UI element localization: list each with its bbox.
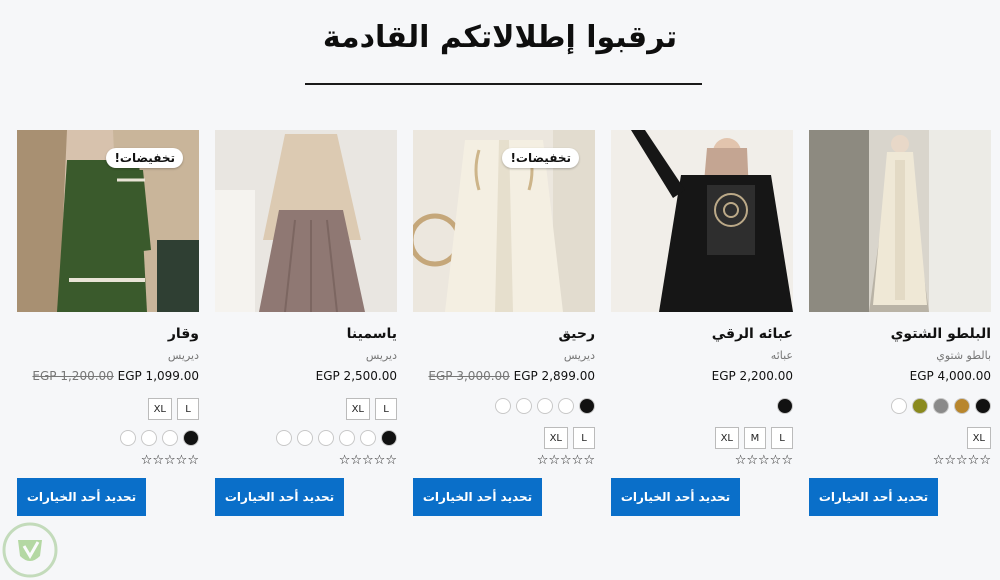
- color-swatch[interactable]: [495, 398, 511, 414]
- current-price: EGP 2,500.00: [315, 369, 397, 383]
- product-price: EGP 2,200.00: [611, 369, 793, 383]
- color-swatch[interactable]: [297, 430, 313, 446]
- section-title: ترقبوا إطلالاتكم القادمة: [322, 20, 678, 55]
- product-name[interactable]: البلطو الشتوي: [809, 326, 991, 342]
- color-swatch[interactable]: [975, 398, 991, 414]
- color-swatch[interactable]: [120, 430, 136, 446]
- size-option[interactable]: L: [573, 427, 595, 449]
- color-swatch[interactable]: [162, 430, 178, 446]
- select-options-button[interactable]: تحديد أحد الخيارات: [413, 478, 542, 516]
- product-category[interactable]: عبائه: [611, 349, 793, 362]
- color-swatch[interactable]: [360, 430, 376, 446]
- color-swatch[interactable]: [558, 398, 574, 414]
- size-options: L M XL: [714, 427, 793, 449]
- select-options-button[interactable]: تحديد أحد الخيارات: [611, 478, 740, 516]
- current-price: EGP 2,899.00: [513, 369, 595, 383]
- size-options: L XL: [345, 398, 397, 420]
- product-name[interactable]: ياسمينا: [215, 326, 397, 342]
- product-card[interactable]: تخفيضات! رحيق ديريس EGP 3,000.00 EGP 2,8…: [413, 130, 595, 530]
- product-card[interactable]: البلطو الشتوي بالطو شتوي EGP 4,000.00 XL…: [809, 130, 991, 530]
- color-swatch[interactable]: [537, 398, 553, 414]
- color-swatch[interactable]: [318, 430, 334, 446]
- product-price: EGP 1,200.00 EGP 1,099.00: [17, 369, 199, 383]
- size-option[interactable]: XL: [147, 398, 172, 420]
- product-price: EGP 2,500.00: [215, 369, 397, 383]
- color-swatch[interactable]: [891, 398, 907, 414]
- color-swatches: [120, 430, 199, 446]
- title-divider: [305, 83, 702, 85]
- product-category[interactable]: ديريس: [17, 349, 199, 362]
- size-option[interactable]: XL: [345, 398, 370, 420]
- product-category[interactable]: ديريس: [413, 349, 595, 362]
- product-card[interactable]: عبائه الرقي عبائه EGP 2,200.00 L M XL ☆☆…: [611, 130, 793, 530]
- size-options: L XL: [543, 427, 595, 449]
- size-option[interactable]: XL: [714, 427, 739, 449]
- sale-badge: تخفيضات!: [106, 148, 183, 168]
- product-name[interactable]: وقار: [17, 326, 199, 342]
- color-swatch[interactable]: [141, 430, 157, 446]
- product-card[interactable]: تخفيضات! وقار ديريس EGP 1,200.00 EGP 1,0…: [17, 130, 199, 530]
- rating-stars: ☆☆☆☆☆: [932, 453, 991, 468]
- rating-stars: ☆☆☆☆☆: [536, 453, 595, 468]
- color-swatch[interactable]: [579, 398, 595, 414]
- size-option[interactable]: L: [375, 398, 397, 420]
- color-swatch[interactable]: [933, 398, 949, 414]
- size-option[interactable]: XL: [966, 427, 991, 449]
- size-options: L XL: [147, 398, 199, 420]
- product-price: EGP 3,000.00 EGP 2,899.00: [413, 369, 595, 383]
- color-swatch[interactable]: [183, 430, 199, 446]
- select-options-button[interactable]: تحديد أحد الخيارات: [809, 478, 938, 516]
- sale-badge: تخفيضات!: [502, 148, 579, 168]
- color-swatch[interactable]: [276, 430, 292, 446]
- color-swatch[interactable]: [516, 398, 532, 414]
- size-option[interactable]: XL: [543, 427, 568, 449]
- product-category[interactable]: بالطو شتوي: [809, 349, 991, 362]
- color-swatches: [777, 398, 793, 414]
- select-options-button[interactable]: تحديد أحد الخيارات: [215, 478, 344, 516]
- select-options-button[interactable]: تحديد أحد الخيارات: [17, 478, 146, 516]
- color-swatch[interactable]: [954, 398, 970, 414]
- color-swatch[interactable]: [777, 398, 793, 414]
- current-price: EGP 4,000.00: [909, 369, 991, 383]
- product-category[interactable]: ديريس: [215, 349, 397, 362]
- rating-stars: ☆☆☆☆☆: [338, 453, 397, 468]
- rating-stars: ☆☆☆☆☆: [140, 453, 199, 468]
- color-swatches: [276, 430, 397, 446]
- watermark-logo-icon: [2, 522, 58, 578]
- product-image[interactable]: تخفيضات!: [413, 130, 595, 312]
- color-swatch[interactable]: [339, 430, 355, 446]
- product-name[interactable]: عبائه الرقي: [611, 326, 793, 342]
- product-price: EGP 4,000.00: [809, 369, 991, 383]
- size-option[interactable]: L: [177, 398, 199, 420]
- size-options: XL: [966, 427, 991, 449]
- color-swatches: [891, 398, 991, 414]
- current-price: EGP 2,200.00: [711, 369, 793, 383]
- product-card[interactable]: ياسمينا ديريس EGP 2,500.00 L XL ☆☆☆☆☆ تح…: [215, 130, 397, 530]
- old-price: EGP 1,200.00: [32, 369, 114, 383]
- product-name[interactable]: رحيق: [413, 326, 595, 342]
- size-option[interactable]: M: [744, 427, 766, 449]
- old-price: EGP 3,000.00: [428, 369, 510, 383]
- rating-stars: ☆☆☆☆☆: [734, 453, 793, 468]
- product-image[interactable]: [809, 130, 991, 312]
- size-option[interactable]: L: [771, 427, 793, 449]
- product-image[interactable]: [611, 130, 793, 312]
- color-swatch[interactable]: [381, 430, 397, 446]
- color-swatches: [495, 398, 595, 414]
- product-image[interactable]: [215, 130, 397, 312]
- product-image[interactable]: تخفيضات!: [17, 130, 199, 312]
- color-swatch[interactable]: [912, 398, 928, 414]
- current-price: EGP 1,099.00: [117, 369, 199, 383]
